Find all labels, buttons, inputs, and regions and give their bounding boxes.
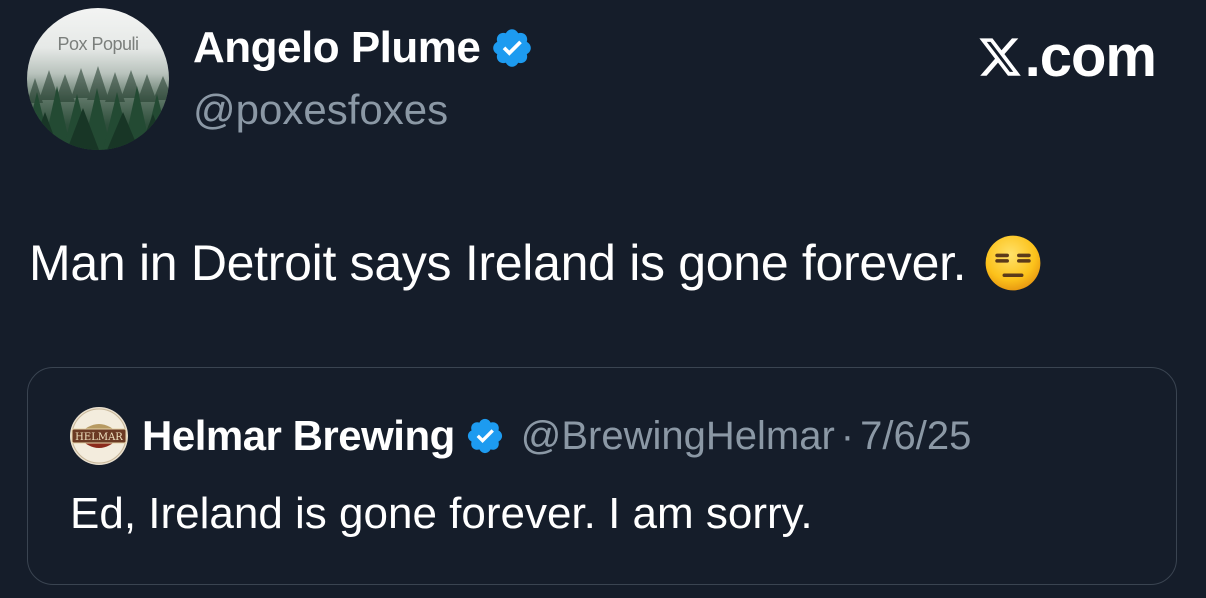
tweet-text: Man in Detroit says Ireland is gone fore… <box>29 235 967 291</box>
quoted-author-name[interactable]: Helmar Brewing <box>142 412 455 460</box>
verified-badge-icon <box>493 29 532 67</box>
quoted-author-handle[interactable]: @BrewingHelmar <box>521 414 835 459</box>
x-logo-domain: .com <box>1024 24 1157 89</box>
quoted-tweet-date[interactable]: 7/6/25 <box>860 414 971 459</box>
quoted-tweet-text: Ed, Ireland is gone forever. I am sorry. <box>70 489 813 538</box>
quoted-tweet-card[interactable]: HELMAR Helmar Brewing @BrewingHelmar · 7… <box>27 367 1177 585</box>
author-display-name[interactable]: Angelo Plume <box>193 22 481 74</box>
avatar-caption: Pox Populi <box>57 34 139 54</box>
tweet-body: Man in Detroit says Ireland is gone fore… <box>29 232 1042 294</box>
author-handle[interactable]: @poxesfoxes <box>193 84 448 136</box>
helmar-brewing-avatar[interactable]: HELMAR <box>69 406 129 466</box>
separator-dot: · <box>840 413 855 458</box>
author-avatar[interactable]: Pox Populi <box>27 8 169 150</box>
expressionless-face-emoji <box>985 235 1041 291</box>
helmar-avatar-text: HELMAR <box>75 432 123 443</box>
x-logo-icon <box>979 38 1021 76</box>
x-com-logo: .com <box>977 24 1157 89</box>
forest-image <box>27 66 169 150</box>
author-name-row[interactable]: Angelo Plume <box>193 22 534 74</box>
verified-badge-icon <box>467 418 502 454</box>
quoted-tweet-header: Helmar Brewing @BrewingHelmar · 7/6/25 <box>142 410 971 462</box>
